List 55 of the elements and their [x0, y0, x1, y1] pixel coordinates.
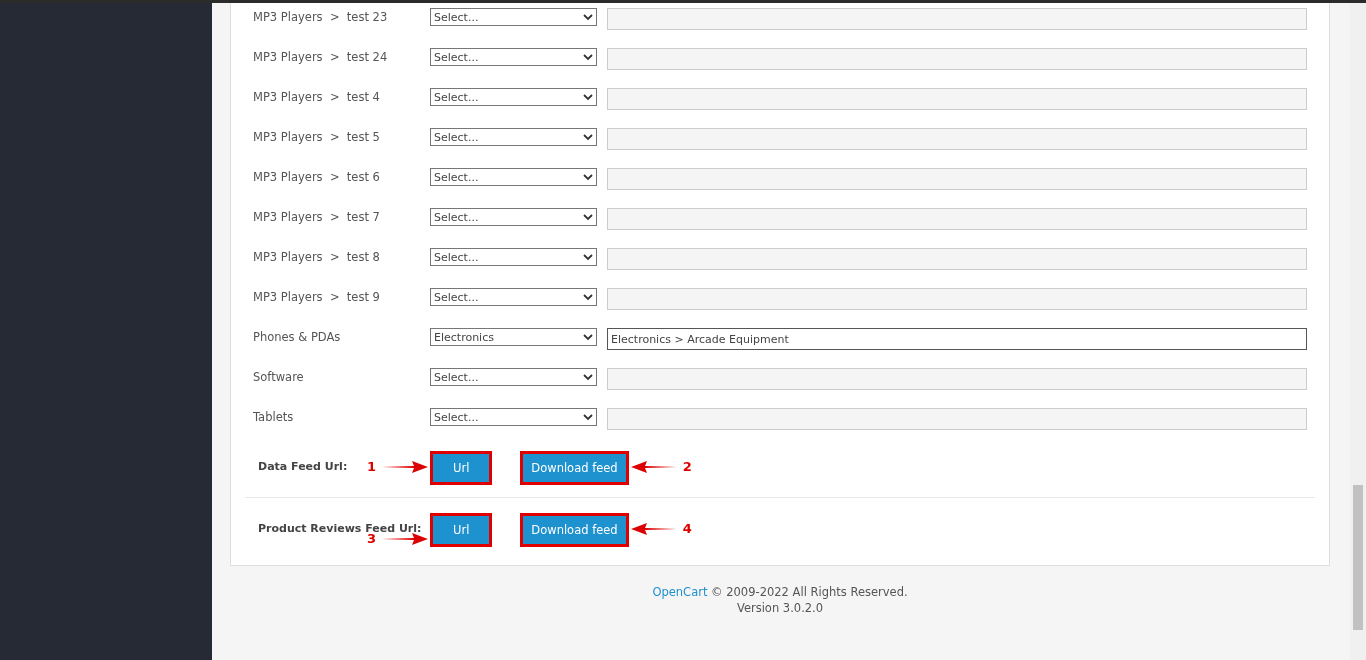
- category-label: MP3 Players > test 7: [253, 209, 381, 224]
- url-button[interactable]: Url: [430, 451, 493, 485]
- category-select[interactable]: Select...: [430, 128, 597, 146]
- category-select[interactable]: Select...: [430, 88, 597, 106]
- scrollbar[interactable]: [1350, 3, 1366, 660]
- download-feed-button[interactable]: Download feed: [520, 451, 629, 485]
- category-label: MP3 Players > test 8: [253, 249, 381, 264]
- category-label: Tablets: [253, 409, 295, 424]
- mapping-field[interactable]: [607, 88, 1307, 110]
- mapping-field[interactable]: [607, 408, 1307, 430]
- chevron-down-icon: [583, 333, 593, 341]
- chevron-down-icon: [583, 133, 593, 141]
- chevron-down-icon: [583, 173, 593, 181]
- category-label: MP3 Players > test 9: [253, 289, 381, 304]
- chevron-down-icon: [583, 13, 593, 21]
- category-select[interactable]: Select...: [430, 288, 597, 306]
- download-feed-button[interactable]: Download feed: [520, 513, 629, 547]
- mapping-field[interactable]: [607, 48, 1307, 70]
- category-select[interactable]: Select...: [430, 368, 597, 386]
- chevron-down-icon: [583, 253, 593, 261]
- category-select[interactable]: Select...: [430, 48, 597, 66]
- annotation-number: 2: [682, 459, 692, 474]
- category-select[interactable]: Select...: [430, 168, 597, 186]
- category-label: Phones & PDAs: [253, 329, 342, 344]
- url-button[interactable]: Url: [430, 513, 493, 547]
- mapping-field[interactable]: [607, 128, 1307, 150]
- mapping-field[interactable]: Electronics > Arcade Equipment: [607, 328, 1307, 350]
- copyright-text: OpenCart © 2009-2022 All Rights Reserved.: [652, 584, 908, 600]
- category-label: MP3 Players > test 4: [253, 89, 381, 104]
- annotation-number: 1: [366, 459, 376, 474]
- version-text: Version 3.0.2.0: [736, 600, 824, 616]
- category-label: MP3 Players > test 6: [253, 169, 381, 184]
- category-select[interactable]: Electronics: [430, 328, 597, 346]
- category-label: MP3 Players > test 5: [253, 129, 381, 144]
- category-label: Software: [253, 369, 305, 384]
- mapping-field[interactable]: [607, 208, 1307, 230]
- chevron-down-icon: [583, 213, 593, 221]
- category-label: MP3 Players > test 23: [253, 9, 389, 24]
- chevron-down-icon: [583, 413, 593, 421]
- chevron-down-icon: [583, 53, 593, 61]
- mapping-field[interactable]: [607, 8, 1307, 30]
- mapping-field[interactable]: [607, 368, 1307, 390]
- category-select[interactable]: Select...: [430, 408, 597, 426]
- feed-label: Data Feed Url:: [258, 460, 348, 473]
- chevron-down-icon: [583, 293, 593, 301]
- category-select[interactable]: Select...: [430, 208, 597, 226]
- category-select[interactable]: Select...: [430, 248, 597, 266]
- category-label: MP3 Players > test 24: [253, 49, 389, 64]
- chevron-down-icon: [583, 93, 593, 101]
- mapping-field[interactable]: [607, 288, 1307, 310]
- category-select[interactable]: Select...: [430, 8, 597, 26]
- mapping-field[interactable]: [607, 168, 1307, 190]
- annotation-number: 4: [682, 521, 692, 536]
- mapping-field[interactable]: [607, 248, 1307, 270]
- chevron-down-icon: [583, 373, 593, 381]
